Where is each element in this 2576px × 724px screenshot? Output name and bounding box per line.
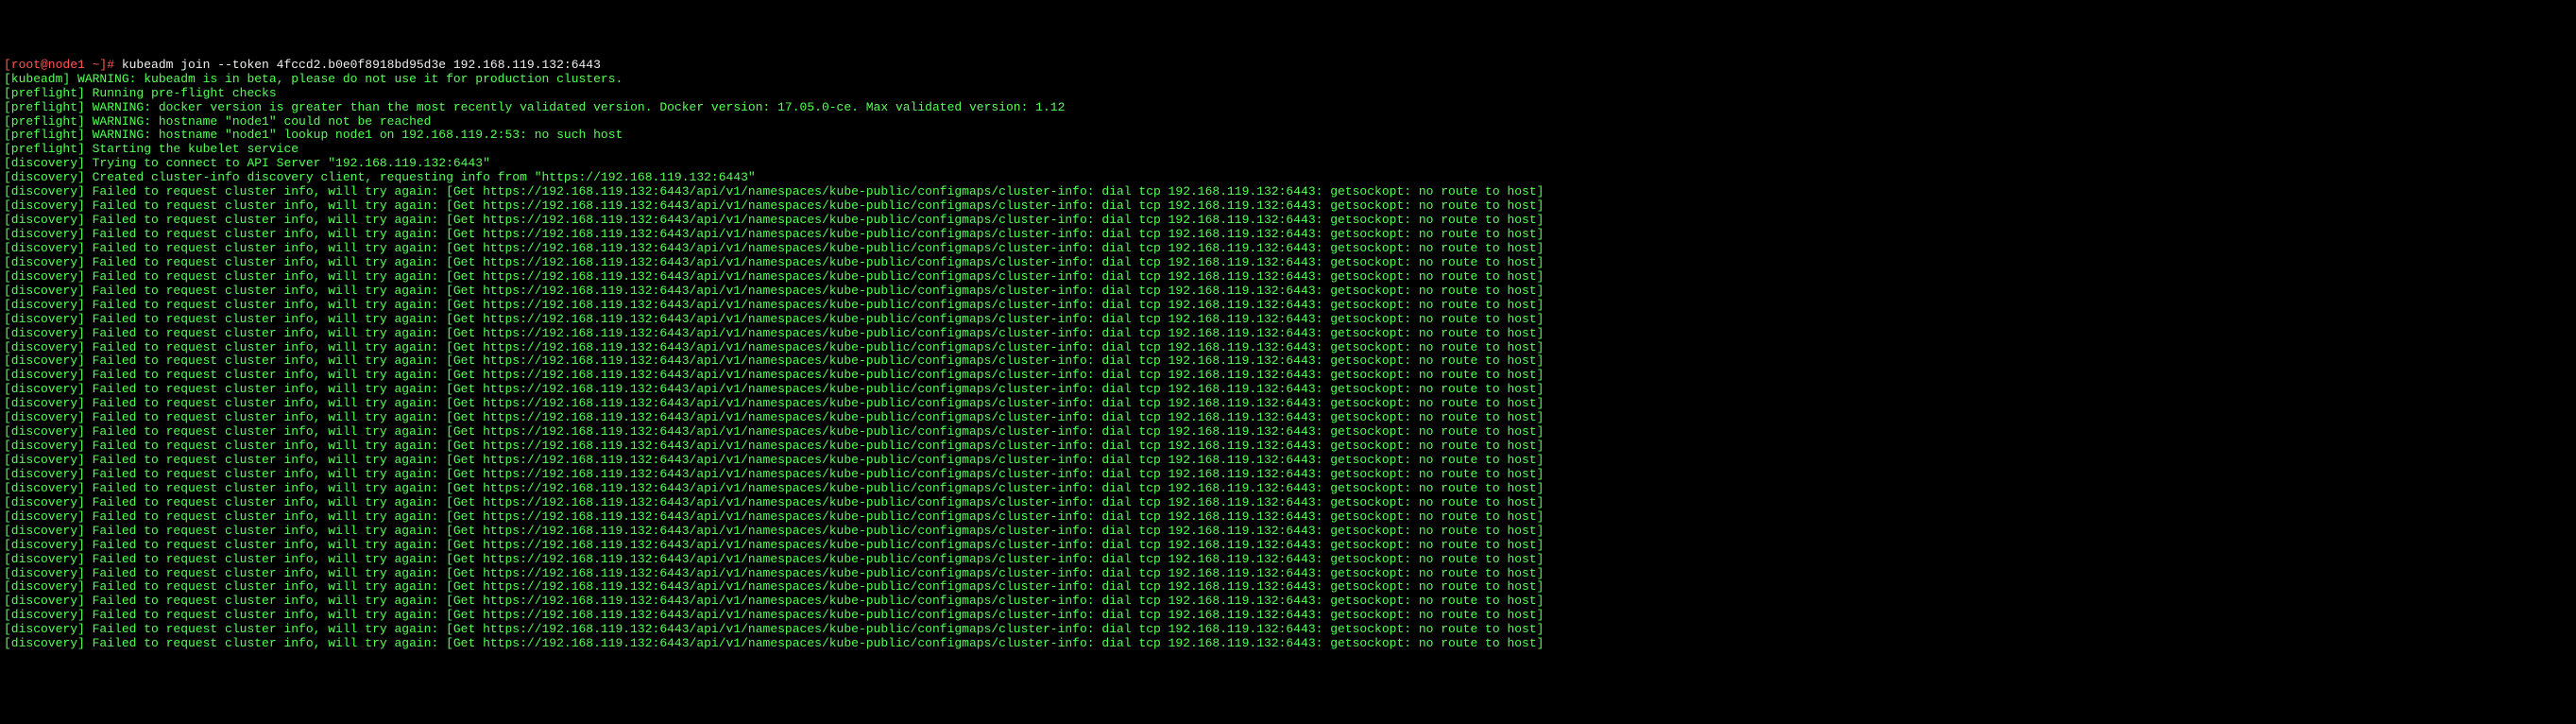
output-line: [discovery] Failed to request cluster in… [4, 567, 2572, 581]
output-line: [discovery] Failed to request cluster in… [4, 228, 2572, 242]
output-line: [discovery] Created cluster-info discove… [4, 171, 2572, 185]
output-line: [kubeadm] WARNING: kubeadm is in beta, p… [4, 73, 2572, 87]
prompt-command: kubeadm join --token 4fccd2.b0e0f8918bd9… [122, 58, 601, 72]
output-line: [discovery] Failed to request cluster in… [4, 411, 2572, 425]
output-line: [discovery] Failed to request cluster in… [4, 256, 2572, 270]
output-line: [preflight] Starting the kubelet service [4, 143, 2572, 157]
output-line: [discovery] Failed to request cluster in… [4, 623, 2572, 637]
output-line: [discovery] Failed to request cluster in… [4, 539, 2572, 553]
output-line: [preflight] Running pre-flight checks [4, 87, 2572, 101]
output-line: [discovery] Failed to request cluster in… [4, 580, 2572, 595]
output-line: [discovery] Failed to request cluster in… [4, 397, 2572, 411]
output-line: [discovery] Failed to request cluster in… [4, 525, 2572, 539]
output-line: [discovery] Failed to request cluster in… [4, 284, 2572, 299]
output-line: [discovery] Failed to request cluster in… [4, 496, 2572, 510]
prompt-prefix: [root@node1 ~]# [4, 58, 122, 72]
output-line: [discovery] Failed to request cluster in… [4, 553, 2572, 567]
output-line: [discovery] Failed to request cluster in… [4, 609, 2572, 623]
output-line: [discovery] Failed to request cluster in… [4, 468, 2572, 482]
output-line: [preflight] WARNING: hostname "node1" co… [4, 115, 2572, 129]
output-line: [discovery] Failed to request cluster in… [4, 369, 2572, 383]
output-line: [discovery] Failed to request cluster in… [4, 383, 2572, 397]
output-line: [discovery] Failed to request cluster in… [4, 270, 2572, 284]
output-line: [discovery] Failed to request cluster in… [4, 327, 2572, 341]
output-line: [preflight] WARNING: docker version is g… [4, 101, 2572, 115]
output-line: [discovery] Failed to request cluster in… [4, 299, 2572, 313]
output-line: [discovery] Failed to request cluster in… [4, 341, 2572, 355]
output-line: [preflight] WARNING: hostname "node1" lo… [4, 129, 2572, 143]
output-line: [discovery] Failed to request cluster in… [4, 313, 2572, 327]
output-line: [discovery] Failed to request cluster in… [4, 199, 2572, 214]
prompt-line: [root@node1 ~]# kubeadm join --token 4fc… [4, 59, 2572, 73]
output-line: [discovery] Failed to request cluster in… [4, 637, 2572, 651]
output-line: [discovery] Failed to request cluster in… [4, 454, 2572, 468]
output-line: [discovery] Failed to request cluster in… [4, 595, 2572, 609]
output-line: [discovery] Failed to request cluster in… [4, 510, 2572, 525]
output-line: [discovery] Failed to request cluster in… [4, 214, 2572, 228]
output-line: [discovery] Failed to request cluster in… [4, 242, 2572, 256]
output-line: [discovery] Failed to request cluster in… [4, 425, 2572, 440]
output-line: [discovery] Failed to request cluster in… [4, 354, 2572, 369]
output-line: [discovery] Failed to request cluster in… [4, 482, 2572, 496]
output-line: [discovery] Trying to connect to API Ser… [4, 157, 2572, 171]
terminal-output: [root@node1 ~]# kubeadm join --token 4fc… [4, 59, 2572, 651]
output-line: [discovery] Failed to request cluster in… [4, 185, 2572, 199]
output-line: [discovery] Failed to request cluster in… [4, 440, 2572, 454]
